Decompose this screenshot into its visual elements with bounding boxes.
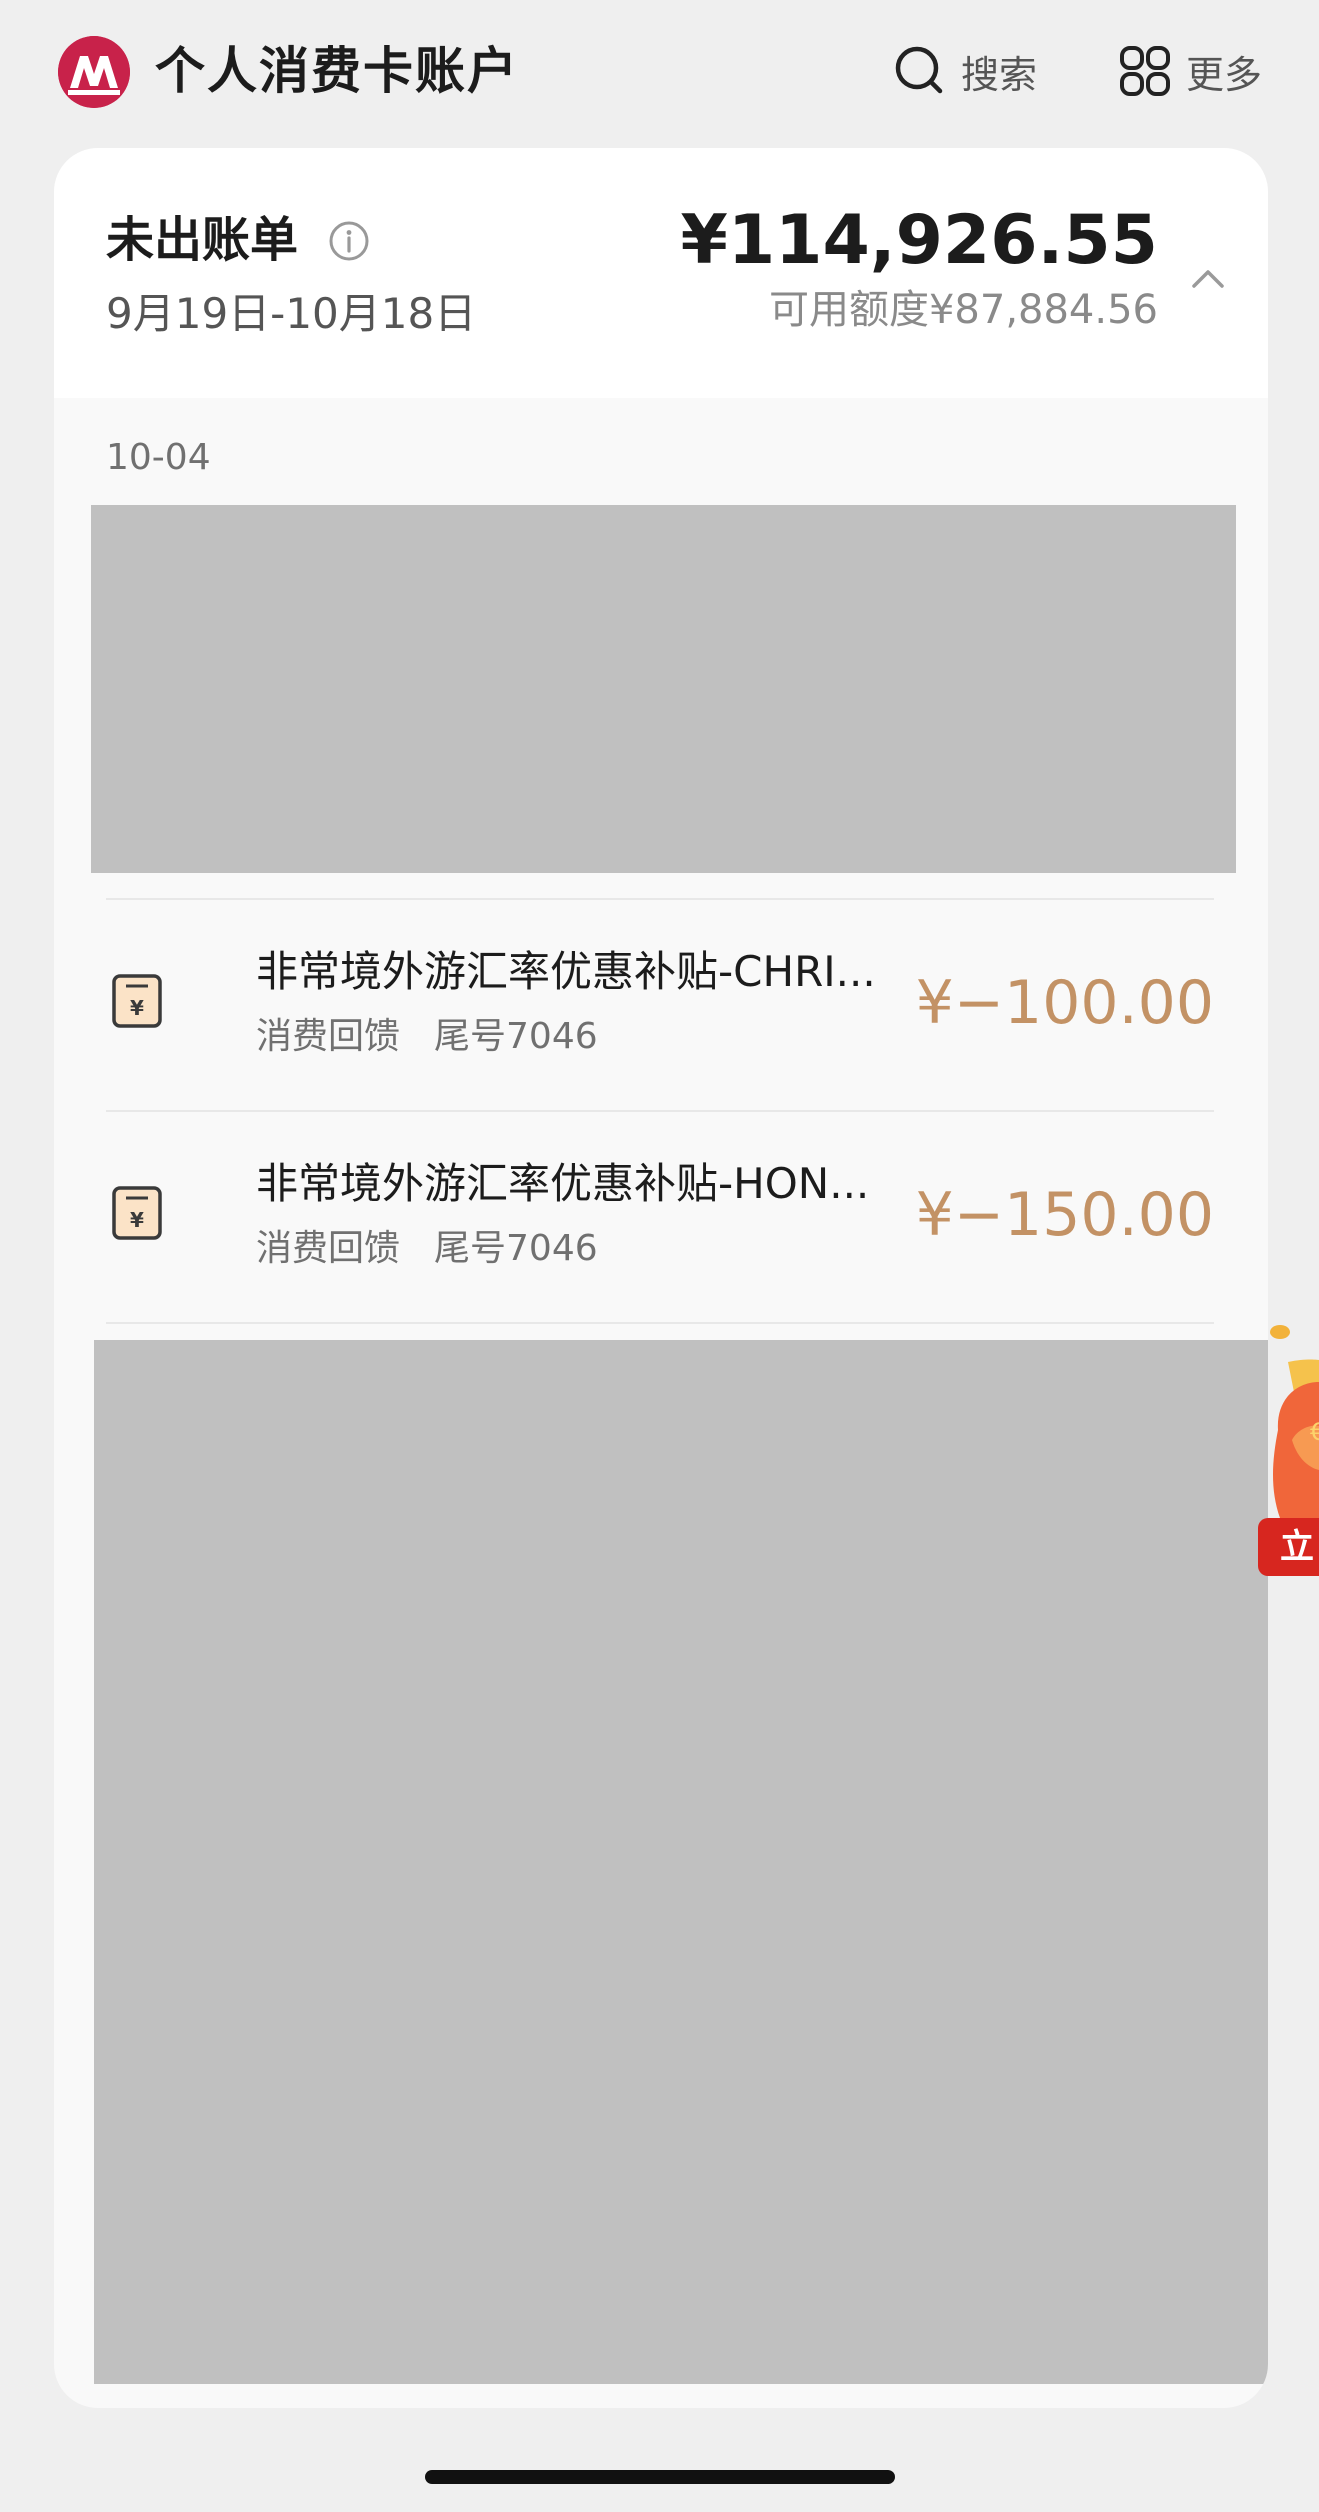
transaction-category: 消费回馈 <box>256 1228 401 1269</box>
info-icon[interactable] <box>328 220 370 262</box>
transaction-card-tail: 尾号7046 <box>434 1228 598 1269</box>
receipt-icon: ¥ <box>110 1180 164 1246</box>
divider <box>106 1322 1214 1324</box>
transaction-amount: ¥−100.00 <box>915 968 1214 1038</box>
more-label: 更多 <box>1186 52 1263 97</box>
promo-float[interactable]: € 立 <box>1258 1320 1319 1578</box>
svg-text:¥: ¥ <box>130 996 144 1020</box>
page-title: 个人消费卡账户 <box>155 42 519 100</box>
bill-period: 9月19日-10月18日 <box>106 289 477 338</box>
available-credit: 可用额度¥87,884.56 <box>768 287 1158 333</box>
redacted-region <box>94 1340 1268 2384</box>
search-button[interactable]: 搜索 <box>893 38 1037 104</box>
bill-card: 未出账单 9月19日-10月18日 ¥114,926.55 可用额度¥87,88… <box>54 148 1268 2408</box>
grid-icon <box>1118 44 1172 98</box>
transaction-title: 非常境外游汇率优惠补贴-CHRI... <box>256 947 876 996</box>
chevron-up-icon[interactable] <box>1186 256 1230 300</box>
transaction-amount: ¥−150.00 <box>915 1180 1214 1250</box>
bill-summary[interactable]: 未出账单 9月19日-10月18日 ¥114,926.55 可用额度¥87,88… <box>54 148 1268 398</box>
bill-title: 未出账单 <box>106 212 299 268</box>
transaction-meta: 消费回馈 尾号7046 <box>256 1010 598 1064</box>
transaction-card-tail: 尾号7046 <box>434 1016 598 1057</box>
promo-button[interactable]: 立 <box>1258 1518 1319 1576</box>
search-label: 搜索 <box>961 52 1038 97</box>
transaction-row[interactable]: ¥ 非常境外游汇率优惠补贴-HON... 消费回馈 尾号7046 ¥−150.00 <box>106 1112 1214 1322</box>
redacted-region <box>91 505 1236 873</box>
transaction-meta: 消费回馈 尾号7046 <box>256 1222 598 1276</box>
svg-text:¥: ¥ <box>130 1208 144 1232</box>
bill-amount: ¥114,926.55 <box>680 201 1159 280</box>
money-bag-icon: € <box>1270 1325 1319 1518</box>
more-button[interactable]: 更多 <box>1118 38 1262 104</box>
search-icon <box>893 44 947 98</box>
transaction-title: 非常境外游汇率优惠补贴-HON... <box>256 1159 870 1208</box>
transaction-row[interactable]: ¥ 非常境外游汇率优惠补贴-CHRI... 消费回馈 尾号7046 ¥−100.0… <box>106 900 1214 1110</box>
home-indicator[interactable] <box>425 2470 895 2484</box>
top-bar: 个人消费卡账户 搜索 更多 <box>0 0 1319 145</box>
svg-text:€: € <box>1310 1418 1319 1446</box>
transaction-category: 消费回馈 <box>256 1016 401 1057</box>
bank-logo-icon <box>58 36 130 108</box>
receipt-icon: ¥ <box>110 968 164 1034</box>
date-group-label: 10-04 <box>106 437 211 478</box>
